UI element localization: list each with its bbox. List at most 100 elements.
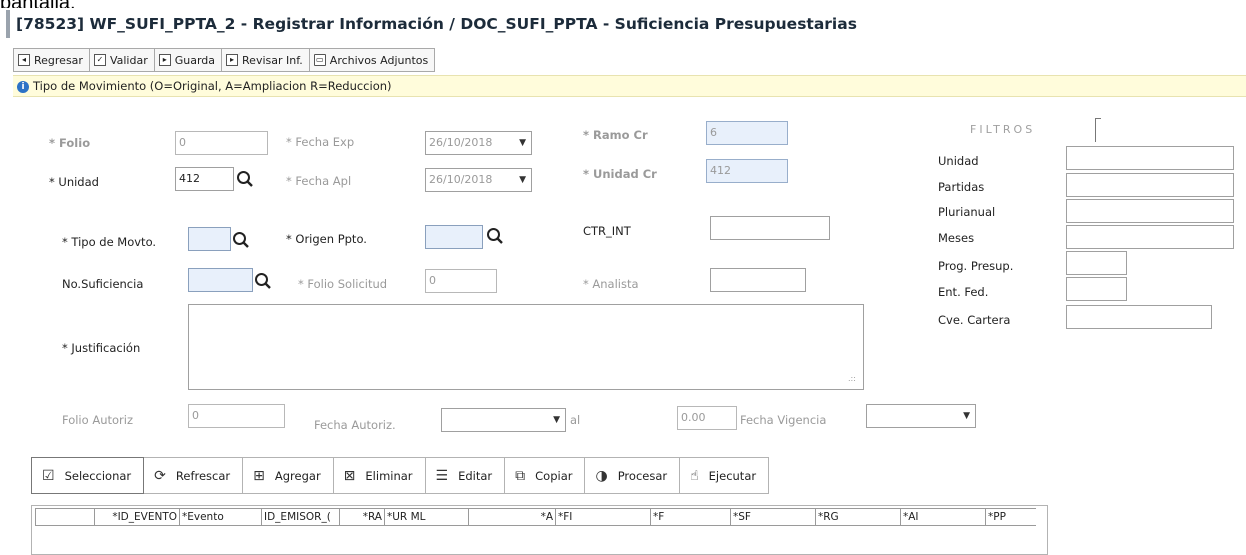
fecha-exp-value: 26/10/2018 [429,136,493,149]
grid-header-f[interactable]: *F [651,508,731,526]
copy-button[interactable]: ⧉ Copiar [505,457,586,494]
folio-solicitud-label: * Folio Solicitud [298,277,388,291]
origen-ppto-field[interactable] [425,225,483,249]
filter-label-plurianual: Plurianual [938,205,996,219]
hint-bar: i Tipo de Movimiento (O=Original, A=Ampli… [13,75,1246,97]
folio-field: 0 [175,131,268,155]
fecha-exp-select[interactable]: 26/10/2018 ▼ [425,131,532,155]
delete-button-label: Eliminar [365,468,413,483]
grid-header-pp[interactable]: *PP [986,508,1036,526]
unidad-cr-field: 412 [706,159,788,183]
no-suficiencia-field[interactable] [188,268,253,292]
tipo-movto-label: * Tipo de Movto. [62,235,157,249]
attachments-button[interactable]: ▭ Archivos Adjuntos [309,48,436,72]
grid-header-evento[interactable]: *Evento [180,508,262,526]
fecha-apl-select[interactable]: 26/10/2018 ▼ [425,168,532,192]
validate-button[interactable]: ✓ Validar [89,48,155,72]
tipo-movto-field[interactable] [188,227,231,251]
filtros-toggle[interactable] [1095,118,1101,142]
hint-text: Tipo de Movimiento (O=Original, A=Amplia… [33,79,392,93]
search-icon[interactable] [486,227,504,245]
chevron-down-icon: ▼ [963,411,970,421]
plus-icon: ⊞ [253,467,265,484]
check-icon: ✓ [93,54,106,66]
chevron-down-icon: ▼ [519,138,526,148]
fecha-autoriz-select[interactable]: ▼ [441,408,566,432]
action-bar: ☑ Seleccionar ⟳ Refrescar ⊞ Agregar ⊠ Elimin… [31,457,770,494]
chevron-down-icon: ▼ [553,415,560,425]
search-icon[interactable] [236,170,254,188]
checkbox-icon: ☑ [42,467,55,484]
process-button[interactable]: ◑ Procesar [585,457,681,494]
filter-label-cve-cartera: Cve. Cartera [938,313,1011,327]
grid-header-ra[interactable]: *RA [340,508,385,526]
al-label: al [570,413,581,427]
refresh-icon: ⟳ [154,467,166,484]
filtros-title: FILTROS [970,123,1036,136]
execute-button-label: Ejecutar [708,468,757,483]
copy-icon: ⧉ [515,467,526,484]
grid-header-fi[interactable]: *FI [556,508,651,526]
edit-button[interactable]: ☰ Editar [425,457,506,494]
fecha-vigencia-label: Fecha Vigencia [740,413,827,427]
ramo-cr-label: * Ramo Cr [583,128,648,142]
x-icon: ⊠ [343,467,356,484]
ctr-int-field[interactable] [710,216,830,240]
select-button[interactable]: ☑ Seleccionar [31,457,145,494]
events-grid[interactable]: *ID_EVENTO *Evento ID_EMISOR_( *RA *UR M… [31,505,1048,555]
folio-autoriz-field: 0 [188,404,285,428]
grid-header-ur-ml[interactable]: *UR ML [385,508,469,526]
grid-header-ai[interactable]: *AI [901,508,986,526]
back-icon: ◂ [18,54,30,66]
unidad-label: * Unidad [49,175,99,189]
fecha-vigencia-select[interactable]: ▼ [866,404,976,428]
resize-grip-icon[interactable]: .:: [848,374,856,383]
save-button-label: Guarda [174,53,216,67]
filter-input-ent-fed[interactable] [1066,277,1127,301]
execute-button[interactable]: ☝ Ejecutar [680,457,770,494]
back-button-label: Regresar [34,53,83,67]
grid-header-a[interactable]: *A [469,508,556,526]
grid-header-id-evento[interactable]: *ID_EVENTO [95,508,180,526]
grid-header-sf[interactable]: *SF [731,508,816,526]
filter-label-ent-fed: Ent. Fed. [938,285,989,299]
process-icon: ◑ [595,467,608,484]
grid-header-rg[interactable]: *RG [816,508,901,526]
filter-input-unidad[interactable] [1066,146,1234,170]
filter-input-cve-cartera[interactable] [1066,305,1212,329]
save-button[interactable]: ▸ Guarda [154,48,223,72]
search-icon[interactable] [232,231,250,249]
grid-header-id-emisor[interactable]: ID_EMISOR_( [262,508,340,526]
attachments-button-label: Archivos Adjuntos [329,53,429,67]
refresh-button[interactable]: ⟳ Refrescar [144,457,244,494]
filter-input-plurianual[interactable] [1066,199,1234,223]
top-cut-text: pantalla. [0,0,76,8]
back-button[interactable]: ◂ Regresar [13,48,90,72]
fecha-apl-label: * Fecha Apl [286,174,352,188]
justificacion-textarea[interactable] [188,304,864,390]
info-icon: i [17,80,29,93]
filter-label-prog-presup: Prog. Presup. [938,259,1014,273]
search-icon[interactable] [254,272,272,290]
filter-label-meses: Meses [938,231,975,245]
delete-button[interactable]: ⊠ Eliminar [333,457,426,494]
folio-autoriz-label: Folio Autoriz [62,413,133,427]
folio-label: * Folio [49,136,91,150]
unidad-field[interactable]: 412 [175,167,234,191]
justificacion-label: * Justificación [62,341,141,355]
validate-button-label: Validar [109,53,148,67]
folio-solicitud-field: 0 [425,269,497,293]
add-button[interactable]: ⊞ Agregar [243,457,334,494]
select-button-label: Seleccionar [64,468,132,483]
execute-icon: ☝ [690,467,699,484]
filter-input-meses[interactable] [1066,225,1234,249]
ctr-int-label: CTR_INT [583,224,631,238]
fecha-autoriz-label: Fecha Autoriz. [314,418,396,432]
analista-field[interactable] [710,268,806,292]
filter-input-prog-presup[interactable] [1066,251,1127,275]
grid-header-selector[interactable] [35,508,95,526]
review-button[interactable]: ▸ Revisar Inf. [222,48,310,72]
process-button-label: Procesar [617,468,668,483]
filter-input-partidas[interactable] [1066,173,1234,197]
chevron-down-icon: ▼ [519,175,526,185]
